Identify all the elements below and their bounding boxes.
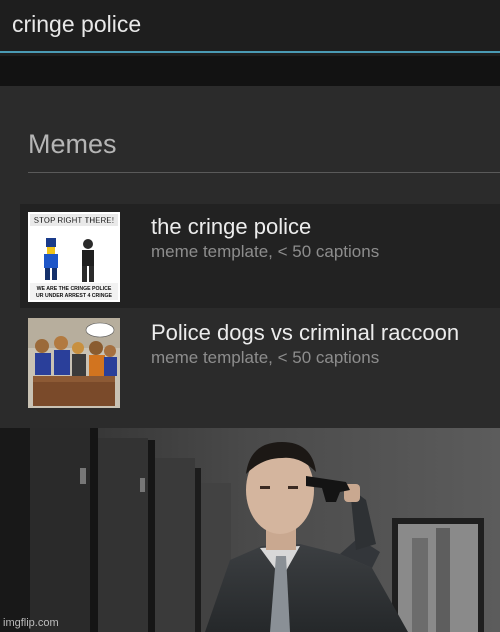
result-item-police-dogs-vs-raccoon[interactable]: Police dogs vs criminal raccoon meme tem… (20, 310, 500, 414)
result-title: Police dogs vs criminal raccoon (151, 320, 460, 345)
thumb-top-text: STOP RIGHT THERE! (34, 216, 115, 225)
reaction-image (0, 428, 500, 632)
divider-band (0, 56, 500, 86)
watermark-text: imgflip.com (3, 617, 59, 629)
search-input[interactable] (12, 6, 488, 42)
search-bar (0, 0, 500, 56)
result-item-cringe-police[interactable]: STOP RIGHT THERE! WE ARE THE CRINGE POLI… (20, 204, 500, 308)
search-underline (0, 51, 500, 53)
cringe-police-thumbnail: STOP RIGHT THERE! WE ARE THE CRINGE POLI… (28, 212, 120, 302)
police-dogs-thumbnail (28, 318, 120, 408)
thumb-bottom-text-1: WE ARE THE CRINGE POLICE (37, 286, 112, 292)
result-subtitle: meme template, < 50 captions (151, 242, 380, 261)
thumb-bottom-text-2: UR UNDER ARREST 4 CRINGE (36, 293, 112, 299)
section-divider (28, 172, 500, 173)
result-subtitle: meme template, < 50 captions (151, 348, 380, 367)
search-suggestions-dropdown: Memes STOP RIGHT THERE! WE ARE THE CRING… (0, 86, 500, 428)
result-title: the cringe police (151, 214, 312, 239)
section-title: Memes (28, 129, 117, 159)
